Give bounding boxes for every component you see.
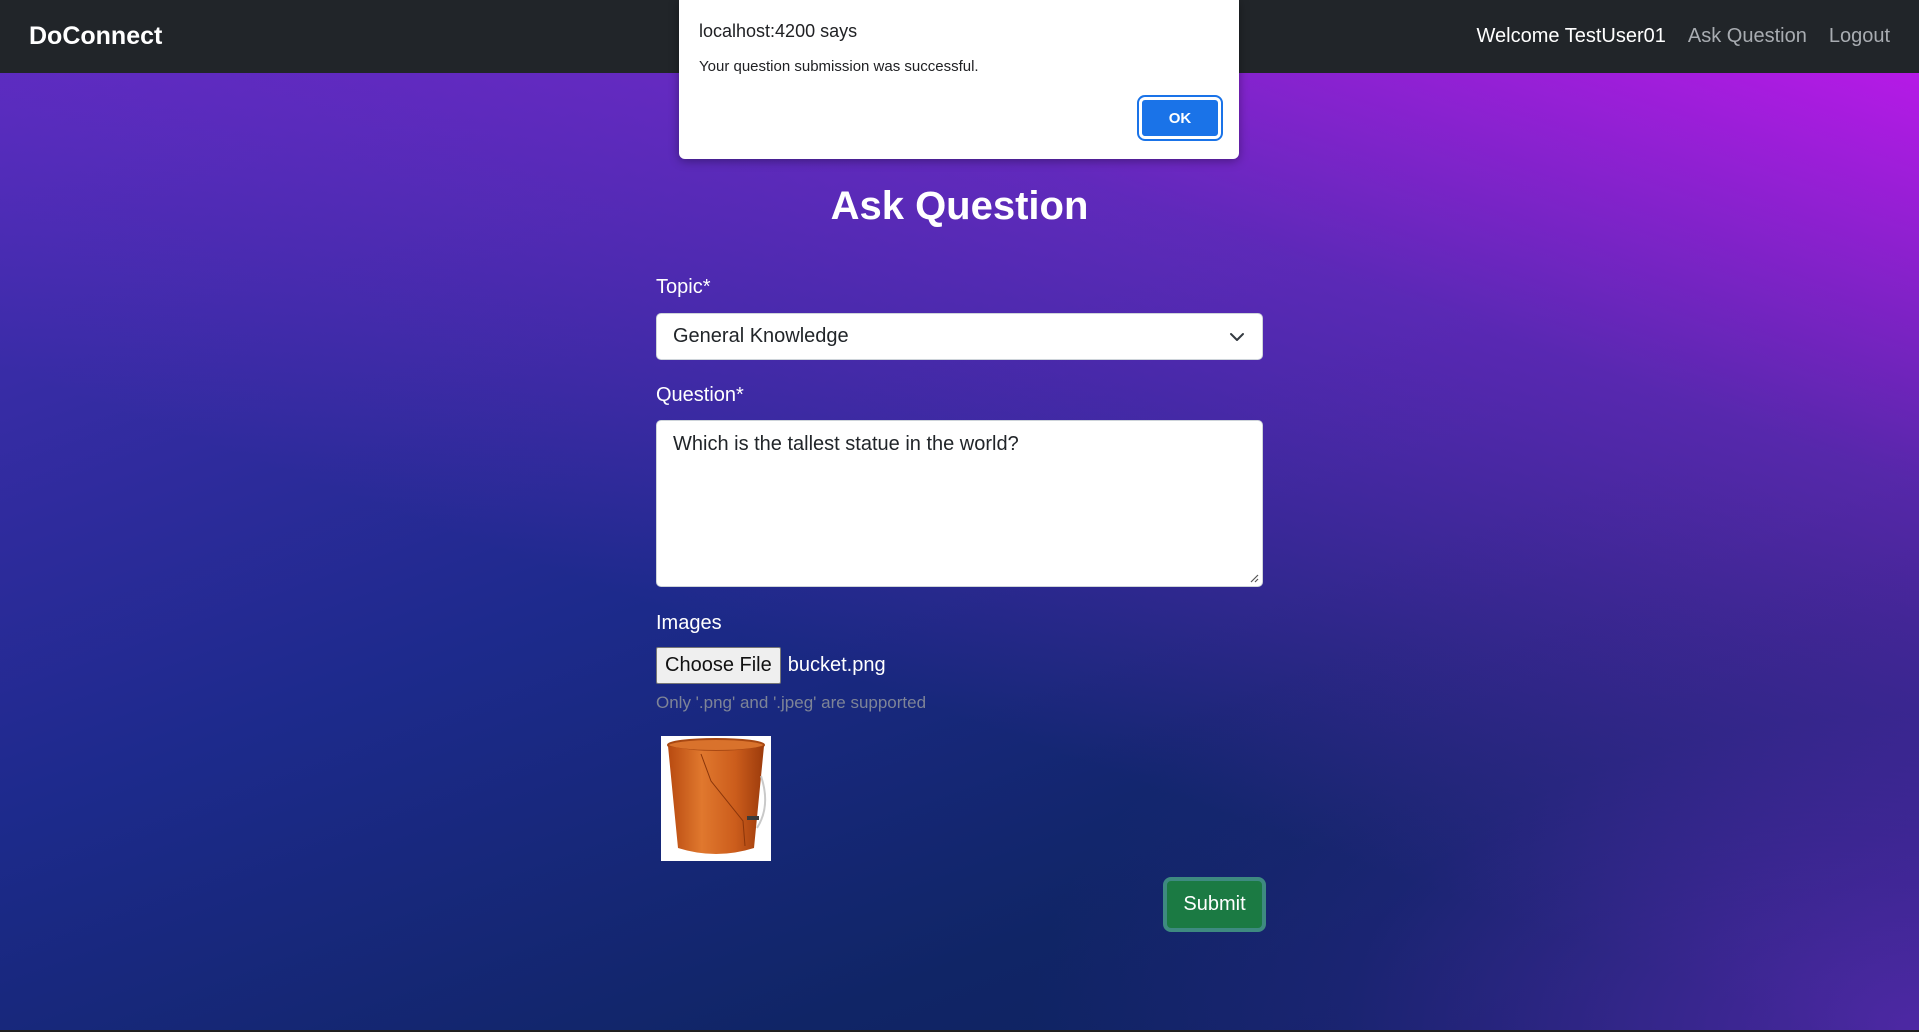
nav-logout-link[interactable]: Logout	[1829, 25, 1890, 48]
brand-logo[interactable]: DoConnect	[29, 22, 162, 51]
alert-dialog: localhost:4200 says Your question submis…	[679, 0, 1239, 159]
topic-select-value: General Knowledge	[673, 325, 849, 347]
dialog-message: Your question submission was successful.	[699, 58, 979, 75]
bucket-image-icon	[667, 738, 767, 854]
uploaded-image-preview	[661, 736, 771, 861]
question-label: Question*	[656, 384, 744, 406]
dialog-ok-button[interactable]: OK	[1137, 95, 1223, 141]
page-title: Ask Question	[830, 184, 1089, 228]
file-input: Choose File bucket.png	[656, 647, 886, 684]
choose-file-button[interactable]: Choose File	[656, 647, 781, 684]
nav-ask-question-link[interactable]: Ask Question	[1688, 25, 1807, 48]
images-label: Images	[656, 612, 722, 634]
topic-select[interactable]: General Knowledge	[656, 313, 1263, 360]
submit-button[interactable]: Submit	[1163, 877, 1266, 932]
question-text: Which is the tallest statue in the world…	[673, 433, 1019, 455]
file-type-hint: Only '.png' and '.jpeg' are supported	[656, 693, 927, 712]
question-textarea[interactable]: Which is the tallest statue in the world…	[656, 420, 1263, 587]
selected-file-name: bucket.png	[787, 654, 886, 676]
welcome-text: Welcome TestUser01	[1476, 25, 1666, 47]
topic-label: Topic*	[656, 276, 711, 298]
dialog-title: localhost:4200 says	[699, 21, 858, 41]
resize-grip-icon[interactable]	[1249, 573, 1259, 583]
chevron-down-icon	[1228, 328, 1246, 346]
nav-right: Welcome TestUser01 Ask Question Logout	[1477, 25, 1890, 48]
